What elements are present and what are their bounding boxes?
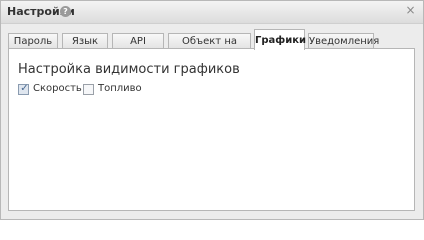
fuel-checkbox-label[interactable]: Топливо: [98, 83, 142, 94]
title-bar[interactable]: Настройки ? ×: [1, 1, 423, 24]
settings-window: Настройки ? × Пароль Язык API Объект на …: [0, 0, 424, 220]
speed-checkbox-label[interactable]: Скорость: [33, 83, 82, 94]
check-mark-icon: ✓: [20, 83, 29, 94]
tab-notifications[interactable]: Уведомления: [308, 33, 379, 48]
close-icon[interactable]: ×: [404, 4, 417, 17]
tab-bar: Пароль Язык API Объект на карте Графики …: [1, 25, 423, 62]
tab-content-panel: Настройка видимости графиков ✓ Скорость …: [8, 48, 415, 211]
tab-api[interactable]: API: [112, 33, 164, 48]
speed-checkbox[interactable]: ✓: [18, 83, 29, 95]
tab-password[interactable]: Пароль: [8, 33, 58, 48]
tab-language[interactable]: Язык: [62, 33, 108, 48]
help-icon[interactable]: ?: [60, 6, 71, 17]
fuel-checkbox[interactable]: [83, 84, 94, 95]
tab-map-object[interactable]: Объект на карте: [168, 33, 251, 62]
section-title: Настройка видимости графиков: [18, 62, 240, 77]
tab-charts[interactable]: Графики: [254, 29, 306, 50]
